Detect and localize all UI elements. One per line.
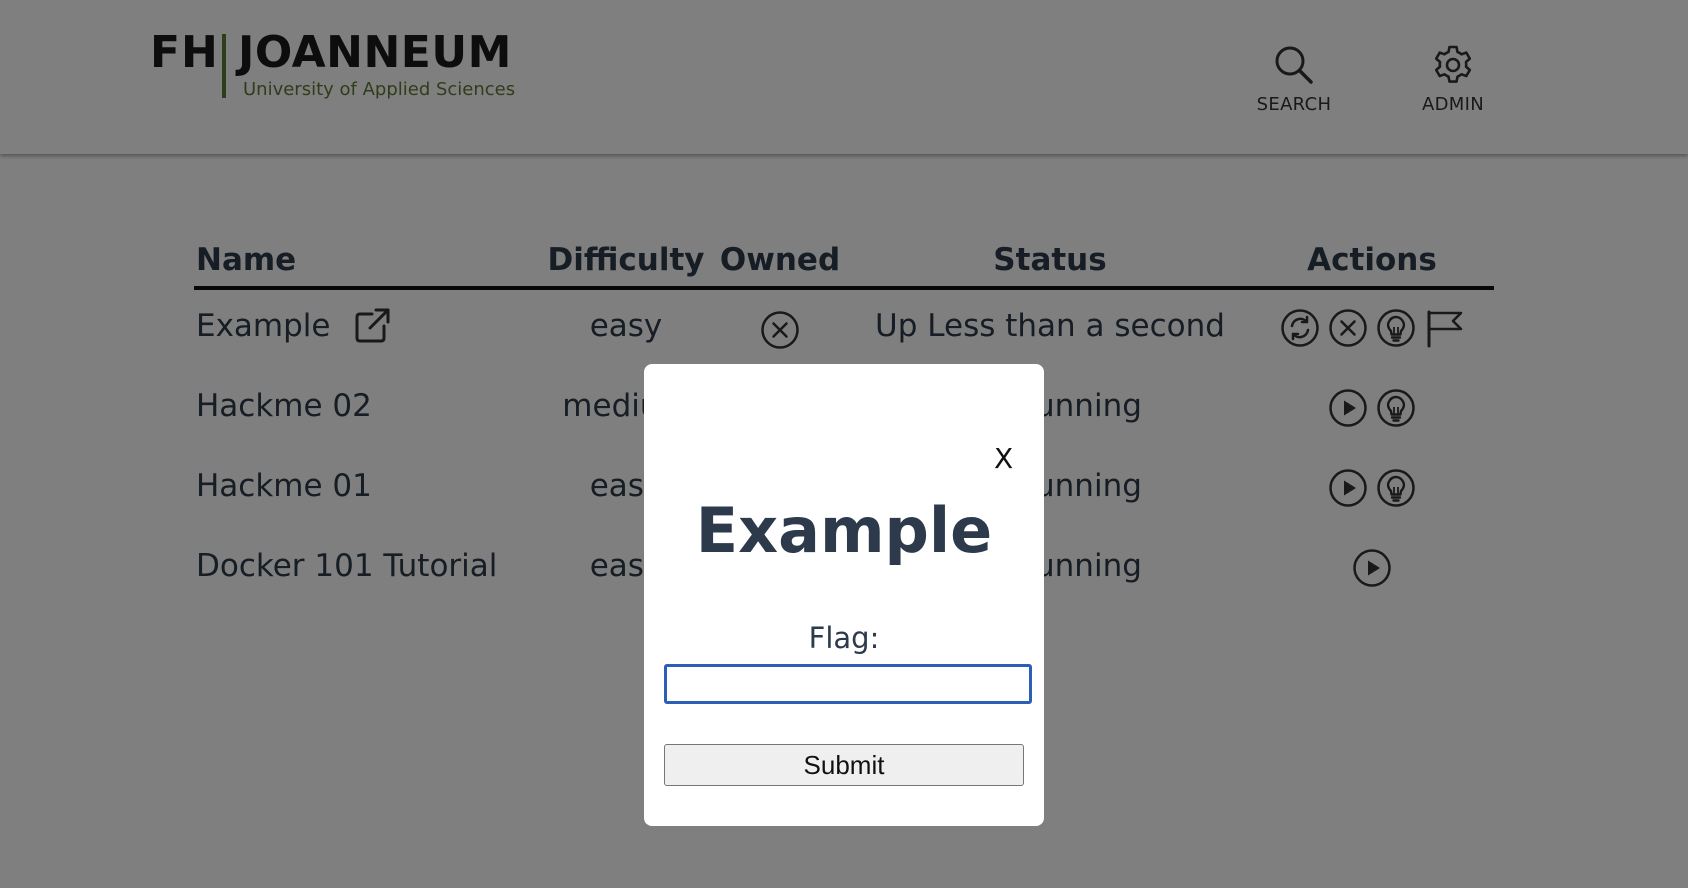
submit-button[interactable]: Submit [664, 744, 1024, 786]
modal-title: Example [695, 494, 993, 567]
modal-close-button[interactable]: X [994, 444, 1013, 474]
flag-input[interactable] [664, 664, 1032, 704]
flag-label: Flag: [808, 621, 880, 655]
submit-flag-modal: X Example Flag: Submit [644, 364, 1044, 826]
